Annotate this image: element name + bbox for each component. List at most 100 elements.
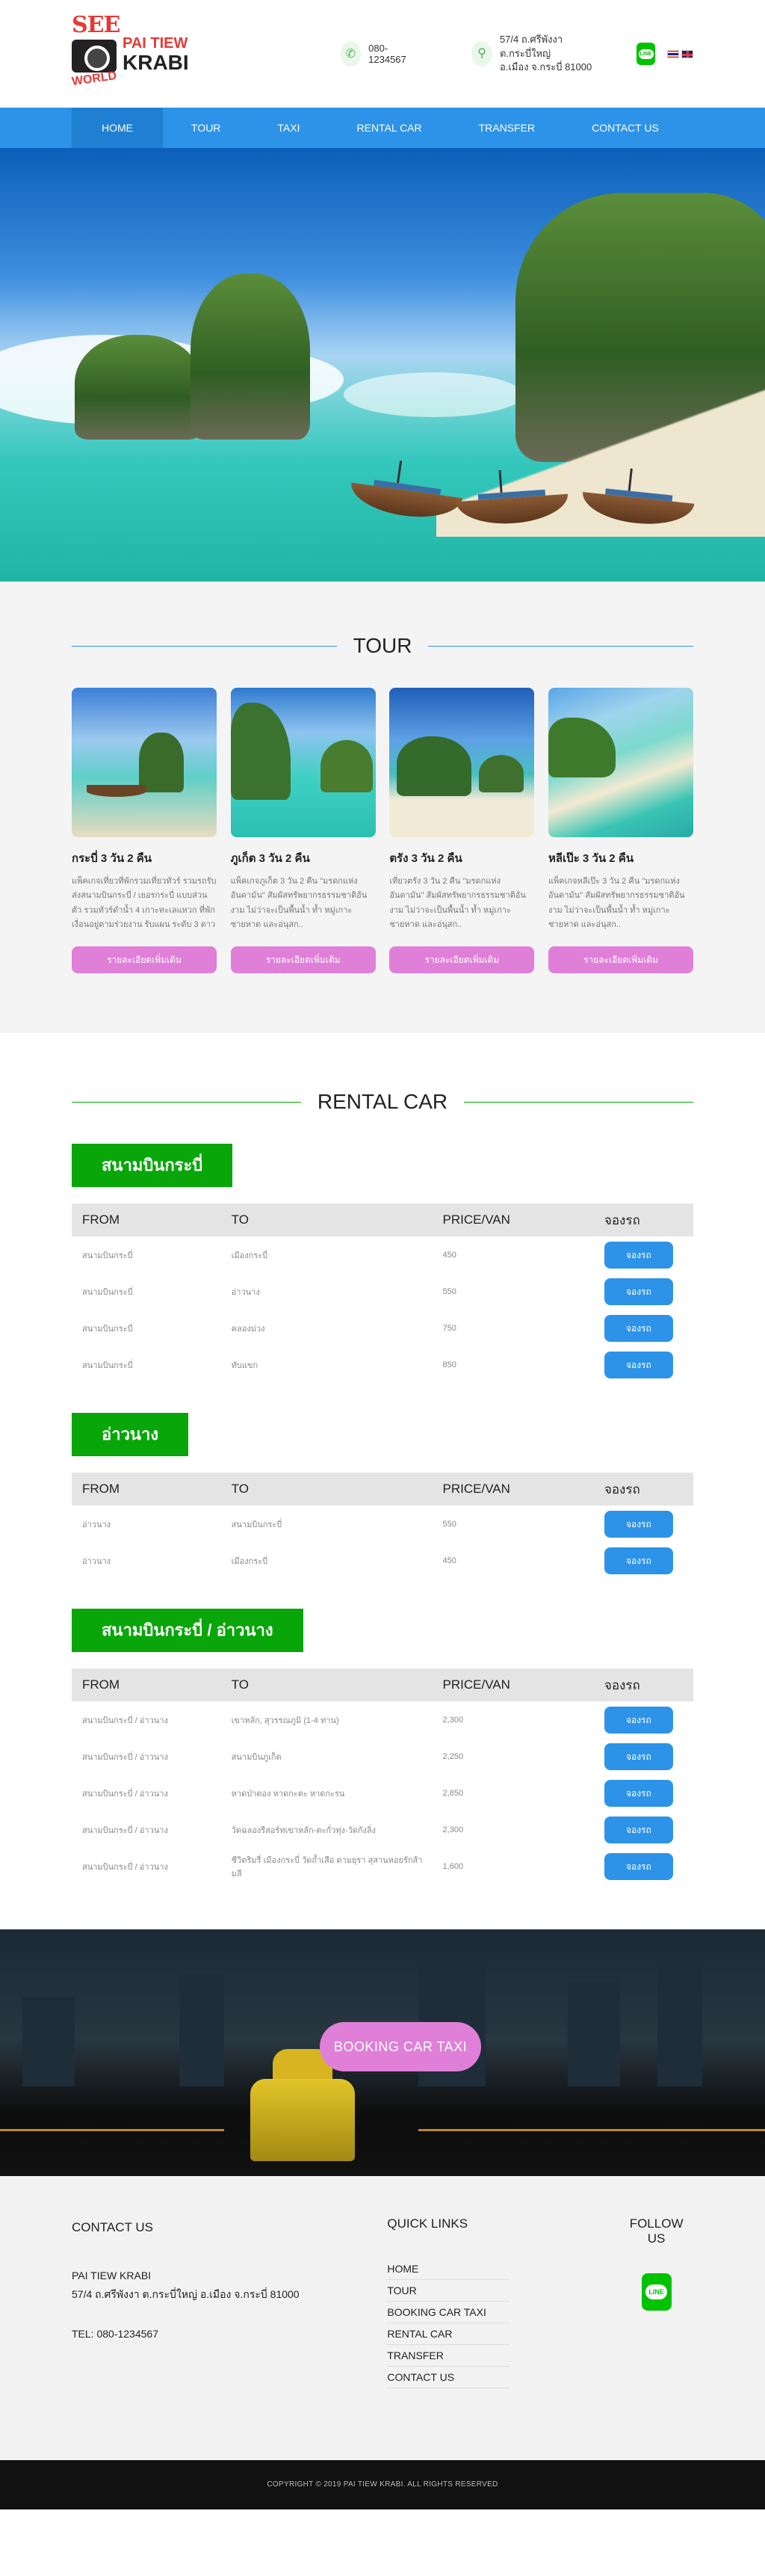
rental-table: FROM TO PRICE/VAN จองรถ สนามบินกระบี่ / …	[72, 1668, 693, 1885]
col-book: จองรถ	[593, 1668, 693, 1701]
col-from: FROM	[72, 1668, 221, 1701]
zone-title: สนามบินกระบี่	[72, 1144, 233, 1187]
site-footer: CONTACT US PAI TIEW KRABI 57/4 ถ.ศรีพังง…	[0, 2176, 765, 2460]
main-nav: HOME TOUR TAXI RENTAL CAR TRANSFER CONTA…	[0, 108, 765, 148]
tour-desc: แพ็คเกจหลีเป๊ะ 3 วัน 2 คืน "มรดกแห่งอันด…	[548, 877, 685, 929]
booking-car-taxi-button[interactable]: BOOKING CAR TAXI	[320, 2022, 481, 2071]
tour-details-button[interactable]: รายละเอียดเพิ่มเติม	[548, 946, 693, 973]
logo[interactable]: SEE WORLD PAI TIEW KRABI	[71, 12, 257, 96]
col-price: PRICE/VAN	[432, 1204, 594, 1236]
tour-details-button[interactable]: รายละเอียดเพิ่มเติม	[389, 946, 535, 973]
tour-heading: TOUR	[72, 634, 694, 658]
tour-name: ภูเก็ต 3 วัน 2 คืน	[230, 852, 310, 865]
footer-link-home[interactable]: HOME	[387, 2258, 510, 2280]
nav-taxi[interactable]: TAXI	[249, 108, 328, 148]
table-row: สนามบินกระบี่ / อ่าวนาง ชีวิตริมรี่ เมือง…	[72, 1848, 693, 1885]
book-button[interactable]: จองรถ	[604, 1510, 673, 1538]
phone-icon: ✆	[340, 41, 362, 67]
tour-details-button[interactable]: รายละเอียดเพิ่มเติม	[230, 946, 376, 973]
zone-ao-nang: อ่าวนาง FROM TO PRICE/VAN จองรถ อ่าวนางส…	[72, 1413, 693, 1579]
booking-taxi-banner: BOOKING CAR TAXI	[0, 1929, 765, 2176]
zone-krabi-airport: สนามบินกระบี่ FROM TO PRICE/VAN จองรถ สน…	[72, 1144, 693, 1383]
col-to: TO	[220, 1668, 433, 1701]
book-button[interactable]: จองรถ	[604, 1314, 673, 1342]
rental-car-section: RENTAL CAR สนามบินกระบี่ FROM TO PRICE/V…	[0, 1033, 765, 1929]
book-button[interactable]: จองรถ	[604, 1241, 673, 1269]
footer-address: 57/4 ถ.ศรีพังงา ต.กระบี่ใหญ่ อ.เมือง จ.ก…	[72, 2287, 300, 2300]
nav-tour[interactable]: TOUR	[163, 108, 249, 148]
site-header: SEE WORLD PAI TIEW KRABI ✆ 080-1234567 ⚲…	[0, 0, 765, 108]
header-address: ⚲ 57/4 ถ.ศรีพังงา ต.กระบี่ใหญ่ อ.เมือง จ…	[471, 33, 595, 76]
nav-rental-car[interactable]: RENTAL CAR	[329, 108, 450, 148]
col-to: TO	[220, 1204, 433, 1236]
table-row: อ่าวนาง เมืองกระบี่ 450 จองรถ	[72, 1542, 693, 1579]
tour-desc: เที่ยวตรัง 3 วัน 2 คืน "มรดกแห่งอันดามัน…	[389, 877, 526, 929]
nav-contact-us[interactable]: CONTACT US	[563, 108, 687, 148]
tour-card-lipe[interactable]: หลีเป๊ะ 3 วัน 2 คืน แพ็คเกจหลีเป๊ะ 3 วัน…	[548, 688, 693, 973]
line-icon[interactable]: LINE	[637, 43, 656, 65]
table-row: สนามบินกระบี่ / อ่าวนาง สนามบินภูเก็ต 2,25…	[72, 1738, 693, 1775]
hero-image	[0, 148, 765, 582]
rental-table: FROM TO PRICE/VAN จองรถ สนามบินกระบี่ เมื…	[72, 1204, 693, 1383]
col-from: FROM	[72, 1473, 221, 1506]
col-book: จองรถ	[593, 1204, 693, 1236]
tour-image[interactable]	[72, 688, 217, 837]
logo-line2: KRABI	[123, 50, 189, 74]
tour-card-phuket[interactable]: ภูเก็ต 3 วัน 2 คืน แพ็คเกจภูเก็ต 3 วัน 2…	[230, 688, 376, 973]
col-from: FROM	[72, 1204, 221, 1236]
tour-image[interactable]	[548, 688, 693, 837]
table-row: สนามบินกระบี่ / อ่าวนาง วัดฉลองรีสอร์ทเขา…	[72, 1811, 693, 1848]
nav-home[interactable]: HOME	[72, 108, 163, 148]
tour-desc: แพ็คเกจเที่ยวที่พักรวมเที่ยวทัวร์ รวมรถร…	[72, 877, 217, 929]
zone-airport-ao-nang: สนามบินกระบี่ / อ่าวนาง FROM TO PRICE/VA…	[72, 1609, 693, 1885]
tour-image[interactable]	[230, 688, 376, 837]
col-book: จองรถ	[593, 1473, 693, 1506]
line-icon[interactable]: LINE	[641, 2273, 672, 2311]
book-button[interactable]: จองรถ	[604, 1278, 673, 1305]
zone-title: อ่าวนาง	[72, 1413, 189, 1456]
rental-heading: RENTAL CAR	[72, 1090, 693, 1114]
book-button[interactable]: จองรถ	[604, 1743, 673, 1770]
footer-link-tour[interactable]: TOUR	[387, 2280, 510, 2302]
col-price: PRICE/VAN	[432, 1473, 594, 1506]
footer-tel[interactable]: TEL: 080-1234567	[72, 2325, 387, 2344]
tour-section: TOUR กระบี่ 3 วัน 2 คืน แพ็คเกจเที่ยวที่…	[0, 582, 765, 1033]
footer-link-transfer[interactable]: TRANSFER	[387, 2345, 510, 2367]
tour-name: ตรัง 3 วัน 2 คืน	[389, 852, 462, 865]
footer-follow: FOLLOW US LINE	[619, 2216, 693, 2388]
tour-name: หลีเป๊ะ 3 วัน 2 คืน	[548, 852, 634, 865]
footer-contact: CONTACT US PAI TIEW KRABI 57/4 ถ.ศรีพังง…	[72, 2216, 387, 2388]
footer-link-contact-us[interactable]: CONTACT US	[387, 2367, 510, 2388]
table-row: สนามบินกระบี่ / อ่าวนาง หาดป่าตอง หาดกะตะ…	[72, 1775, 693, 1811]
table-row: สนามบินกระบี่ เมืองกระบี่ 450 จองรถ	[72, 1236, 693, 1273]
tour-card-trang[interactable]: ตรัง 3 วัน 2 คืน เที่ยวตรัง 3 วัน 2 คืน …	[389, 688, 535, 973]
book-button[interactable]: จองรถ	[604, 1547, 673, 1574]
table-row: อ่าวนาง สนามบินกระบี่ 550 จองรถ	[72, 1506, 693, 1542]
logo-line1: PAI TIEW	[123, 34, 188, 52]
col-price: PRICE/VAN	[432, 1668, 594, 1701]
tour-desc: แพ็คเกจภูเก็ต 3 วัน 2 คืน "มรดกแห่งอันดา…	[230, 877, 368, 929]
tour-card-krabi[interactable]: กระบี่ 3 วัน 2 คืน แพ็คเกจเที่ยวที่พักรว…	[72, 688, 217, 973]
footer-quick-links: QUICK LINKS HOME TOUR BOOKING CAR TAXI R…	[387, 2216, 619, 2388]
copyright: COPYRIGHT © 2019 PAI TIEW KRABI. ALL RIG…	[0, 2460, 765, 2509]
book-button[interactable]: จองรถ	[604, 1852, 673, 1880]
tour-details-button[interactable]: รายละเอียดเพิ่มเติม	[72, 946, 217, 973]
footer-company: PAI TIEW KRABI	[72, 2269, 152, 2281]
footer-link-booking-car-taxi[interactable]: BOOKING CAR TAXI	[387, 2302, 510, 2323]
book-button[interactable]: จองรถ	[604, 1779, 673, 1807]
book-button[interactable]: จองรถ	[604, 1351, 673, 1378]
table-row: สนามบินกระบี่ / อ่าวนาง เขาหลัก, สุวรรณภู…	[72, 1701, 693, 1738]
english-flag-icon[interactable]	[681, 49, 694, 58]
tour-name: กระบี่ 3 วัน 2 คืน	[72, 852, 152, 865]
col-to: TO	[220, 1473, 433, 1506]
book-button[interactable]: จองรถ	[604, 1816, 673, 1843]
table-row: สนามบินกระบี่ อ่าวนาง 550 จองรถ	[72, 1273, 693, 1310]
tour-image[interactable]	[389, 688, 535, 837]
nav-transfer[interactable]: TRANSFER	[450, 108, 563, 148]
thai-flag-icon[interactable]	[667, 49, 680, 58]
book-button[interactable]: จองรถ	[604, 1706, 673, 1734]
footer-link-rental-car[interactable]: RENTAL CAR	[387, 2323, 510, 2345]
table-row: สนามบินกระบี่ คลองม่วง 750 จองรถ	[72, 1310, 693, 1346]
header-phone[interactable]: ✆ 080-1234567	[340, 41, 415, 67]
camera-logo-icon: SEE WORLD	[71, 12, 120, 89]
